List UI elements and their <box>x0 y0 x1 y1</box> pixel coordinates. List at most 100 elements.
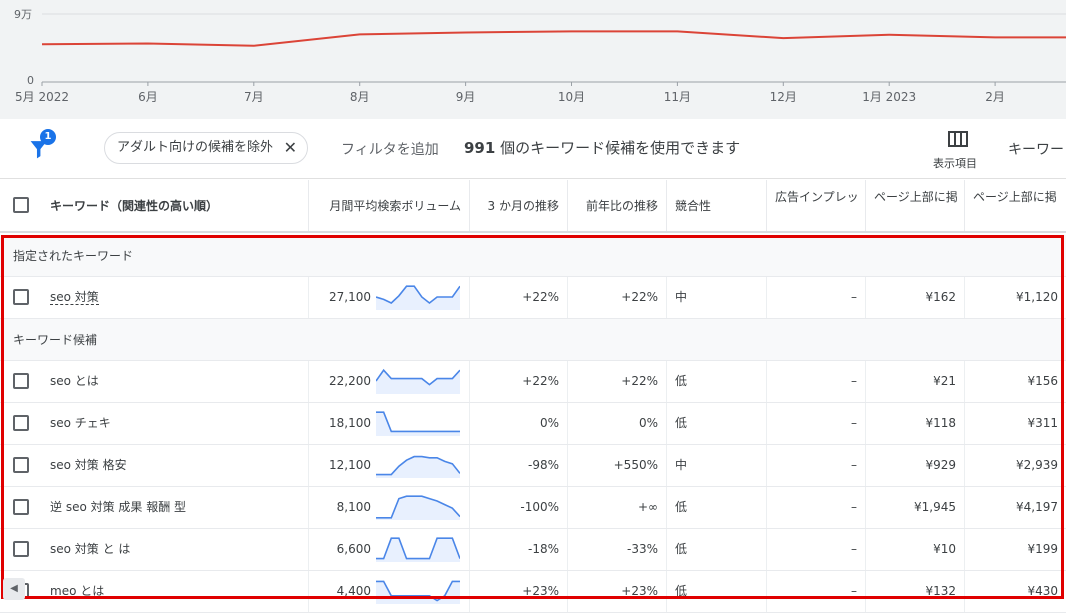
competition-cell: 中 <box>666 277 766 318</box>
three-month-cell: +23% <box>469 571 567 612</box>
keyword-cell[interactable]: seo チェキ <box>50 403 111 444</box>
keyword-count: 991 個のキーワード候補を使用できます <box>464 137 740 158</box>
group-header-candidates: キーワード候補 <box>0 319 1066 361</box>
three-month-cell: -18% <box>469 529 567 570</box>
columns-icon[interactable] <box>948 131 968 147</box>
x-tick-label: 2月 <box>985 90 1005 104</box>
header-yoy[interactable]: 前年比の推移 <box>567 180 666 231</box>
table-row[interactable]: 逆 seo 対策 成果 報酬 型 8,100 -100% +∞ 低 – ¥1,945 ¥4,1… <box>0 487 1066 529</box>
three-month-cell: -100% <box>469 487 567 528</box>
sparkline-area <box>376 581 460 604</box>
keyword-cell[interactable]: 逆 seo 対策 成果 報酬 型 <box>50 487 186 528</box>
impression-cell: – <box>766 361 865 402</box>
competition-cell: 低 <box>666 403 766 444</box>
bid-high-cell: ¥156 <box>964 361 1066 402</box>
keyword-cell[interactable]: seo 対策 <box>50 277 99 318</box>
bid-high-cell: ¥430 <box>964 571 1066 612</box>
header-three-month[interactable]: 3 か月の推移 <box>469 180 567 231</box>
keyword-text: 逆 seo 対策 成果 報酬 型 <box>50 500 187 514</box>
bid-high-cell: ¥199 <box>964 529 1066 570</box>
bid-high-cell: ¥311 <box>964 403 1066 444</box>
bid-high-cell: ¥2,939 <box>964 445 1066 486</box>
trend-chart: 9万 0 5月 2022 6月 7月 8月 9月 10月 11月 12月 1月 2023 2月 <box>0 0 1066 119</box>
impression-cell: – <box>766 277 865 318</box>
scroll-left-button[interactable]: ◀ <box>3 578 25 600</box>
keyword-view-button[interactable]: キーワー <box>1008 139 1064 159</box>
y-tick-max: 9万 <box>14 8 32 21</box>
keyword-text: seo チェキ <box>50 416 111 430</box>
select-all-checkbox[interactable] <box>13 197 29 213</box>
keyword-count-text: 個のキーワード候補を使用できます <box>500 139 741 157</box>
columns-button-label[interactable]: 表示項目 <box>933 155 977 171</box>
table-header: キーワード（関連性の高い順） 月間平均検索ボリューム 3 か月の推移 前年比の推… <box>0 180 1066 233</box>
sparkline-area <box>376 370 460 394</box>
bid-high-cell: ¥1,120 <box>964 277 1066 318</box>
add-filter-button[interactable]: フィルタを追加 <box>341 139 439 159</box>
bid-low-cell: ¥118 <box>865 403 964 444</box>
yoy-cell: +22% <box>567 277 666 318</box>
header-volume[interactable]: 月間平均検索ボリューム <box>308 180 469 231</box>
header-impression-share[interactable]: 広告インプレッ <box>766 180 865 231</box>
table-row[interactable]: seo 対策 格安 12,100 -98% +550% 中 – ¥929 ¥2,939 <box>0 445 1066 487</box>
group-header-specified: 指定されたキーワード <box>0 235 1066 277</box>
header-keyword[interactable]: キーワード（関連性の高い順） <box>42 180 308 231</box>
table-row[interactable]: seo とは 22,200 +22% +22% 低 – ¥21 ¥156 <box>0 361 1066 403</box>
trend-sparkline <box>376 285 460 310</box>
table-row[interactable]: seo 対策 と は 6,600 -18% -33% 低 – ¥10 ¥199 <box>0 529 1066 571</box>
impression-cell: – <box>766 403 865 444</box>
row-checkbox[interactable] <box>13 289 29 305</box>
keyword-cell[interactable]: seo 対策 と は <box>50 529 130 570</box>
three-month-cell: +22% <box>469 277 567 318</box>
row-checkbox[interactable] <box>13 415 29 431</box>
impression-cell: – <box>766 571 865 612</box>
header-top-bid-high[interactable]: ページ上部に掲 <box>964 180 1066 231</box>
impression-cell: – <box>766 487 865 528</box>
table-row[interactable]: meo とは 4,400 +23% +23% 低 – ¥132 ¥430 <box>0 571 1066 613</box>
bid-low-cell: ¥1,945 <box>865 487 964 528</box>
bid-low-cell: ¥162 <box>865 277 964 318</box>
header-competition[interactable]: 競合性 <box>666 180 766 231</box>
competition-cell: 低 <box>666 361 766 402</box>
bid-low-cell: ¥929 <box>865 445 964 486</box>
yoy-cell: 0% <box>567 403 666 444</box>
three-month-cell: +22% <box>469 361 567 402</box>
x-tick-label: 11月 <box>663 90 692 104</box>
yoy-cell: -33% <box>567 529 666 570</box>
row-checkbox[interactable] <box>13 499 29 515</box>
row-checkbox[interactable] <box>13 373 29 389</box>
adult-filter-chip-label: アダルト向けの候補を除外 <box>117 140 274 155</box>
row-checkbox[interactable] <box>13 541 29 557</box>
x-tick-label: 10月 <box>557 90 586 104</box>
sparkline-area <box>376 286 460 310</box>
competition-cell: 低 <box>666 487 766 528</box>
yoy-cell: +23% <box>567 571 666 612</box>
yoy-cell: +22% <box>567 361 666 402</box>
competition-cell: 中 <box>666 445 766 486</box>
x-tick-label: 9月 <box>455 90 476 104</box>
keyword-cell[interactable]: meo とは <box>50 571 104 612</box>
trend-sparkline <box>376 455 460 478</box>
y-tick-zero: 0 <box>27 74 34 87</box>
close-icon[interactable]: ✕ <box>284 133 297 163</box>
trend-sparkline <box>376 495 460 520</box>
table-row[interactable]: seo チェキ 18,100 0% 0% 低 – ¥118 ¥311 <box>0 403 1066 445</box>
keyword-cell[interactable]: seo とは <box>50 361 99 402</box>
filter-count-badge: 1 <box>40 129 56 145</box>
trend-sparkline <box>376 411 460 436</box>
trend-sparkline <box>376 537 460 562</box>
x-tick-label: 12月 <box>769 90 797 104</box>
impression-cell: – <box>766 445 865 486</box>
trend-sparkline <box>376 368 460 394</box>
trend-sparkline <box>376 580 460 604</box>
x-tick-label: 1月 2023 <box>862 90 917 104</box>
header-top-bid-low[interactable]: ページ上部に掲 <box>865 180 964 231</box>
three-month-cell: -98% <box>469 445 567 486</box>
bid-high-cell: ¥4,197 <box>964 487 1066 528</box>
keyword-cell[interactable]: seo 対策 格安 <box>50 445 127 486</box>
table-row[interactable]: seo 対策 27,100 +22% +22% 中 – ¥162 ¥1,120 <box>0 277 1066 319</box>
keyword-count-number: 991 <box>464 139 496 157</box>
adult-filter-chip[interactable]: アダルト向けの候補を除外 ✕ <box>104 132 309 164</box>
row-checkbox[interactable] <box>13 457 29 473</box>
table-body: 指定されたキーワード seo 対策 27,100 +22% +22% 中 – ¥162 ¥1,1… <box>0 235 1066 613</box>
sparkline-area <box>376 496 460 520</box>
